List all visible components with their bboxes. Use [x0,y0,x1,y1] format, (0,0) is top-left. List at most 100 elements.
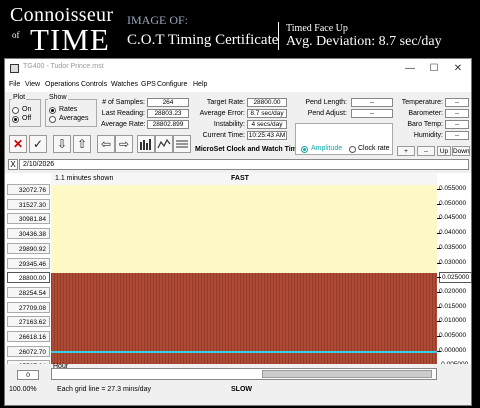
samples-value: 264 [147,98,189,107]
pend-adjust-value: -- [351,109,393,118]
down-arrow-icon[interactable]: ⇩ [53,135,71,153]
right-axis-tick [437,350,441,352]
microset-label: MicroSet Clock and Watch Timer [195,146,304,153]
right-axis-label: 0.010000 [439,317,467,325]
bar-chart-icon[interactable] [137,135,155,153]
checkmark-icon[interactable]: ✓ [29,135,47,153]
right-axis-label: 0.020000 [439,287,467,295]
app-window: TG400 - Tudor Prince.mst — ☐ ✕ File View… [4,58,473,406]
right-axis-label: 0.040000 [439,229,467,237]
show-rates-label: Rates [59,106,78,113]
date-row: X 2/10/2026 [5,159,471,171]
right-axis-tick [437,189,441,190]
pend-adjust-label: Pend Adjust: [307,110,347,117]
window-title: TG400 - Tudor Prince.mst [23,63,104,70]
show-rates-radio[interactable] [49,107,56,114]
clock-rate-label: Clock rate [358,145,390,152]
barometer-label: Barometer: [408,110,443,117]
last-reading-label: Last Reading: [101,110,145,117]
amplitude-label: Amplitude [311,145,343,152]
zoom-level: 100.00% [9,386,37,393]
grid-note: Each grid line = 27.3 mins/day [57,386,151,393]
right-axis-label: 0.000000 [439,346,467,354]
right-axis-tick [437,321,441,323]
average-rate-value: 28802.899 [147,120,189,129]
plot-on-label: On [22,106,32,113]
right-axis-tick [437,247,441,249]
humidity-label: Humidity: [413,132,443,139]
timed-position-label: Timed Face Up [286,23,348,34]
graph-footer: 0 Hour 100.00% Each grid line = 27.3 min… [5,363,471,405]
hour-value[interactable]: 0 [17,370,39,380]
date-close-button[interactable]: X [8,159,18,170]
plot-area[interactable] [51,185,437,364]
fast-zone [51,185,437,273]
right-axis-tick [437,291,441,293]
menu-operations[interactable]: Operations [45,81,79,88]
right-axis-tick [437,277,441,279]
certificate-title: C.O.T Timing Certificate [127,32,279,48]
right-axis-tick [437,306,441,308]
up-arrow-icon[interactable]: ⇧ [73,135,91,153]
left-axis-label: 30436.38 [7,228,50,240]
menu-configure[interactable]: Configure [157,81,187,88]
increase-button[interactable]: + [397,146,415,156]
show-averages-radio[interactable] [49,116,56,123]
logo-text-time: TIME [30,22,110,57]
up-button[interactable]: Up [437,146,451,156]
histogram-icon[interactable] [173,135,191,153]
right-axis-label: 0.030000 [439,258,467,266]
target-rate-value: 28800.00 [247,98,287,107]
left-axis-label: 29345.46 [7,257,50,269]
right-axis-tick [437,203,441,205]
close-button[interactable]: ✕ [449,62,467,75]
decrease-button[interactable]: -- [417,146,435,156]
show-averages-label: Averages [59,115,89,122]
delete-icon[interactable]: ✕ [9,135,27,153]
right-axis-label: 0.055000 [439,185,467,192]
amplitude-radio[interactable] [301,146,308,153]
average-error-label: Average Error: [199,110,245,117]
current-time-value: 10:25:43 AM [247,131,287,140]
left-arrow-icon[interactable]: ⇦ [97,135,115,153]
menu-controls[interactable]: Controls [81,81,107,88]
title-bar[interactable]: TG400 - Tudor Prince.mst — ☐ ✕ [5,59,471,79]
left-axis-label: 26072.70 [7,345,50,357]
menu-view[interactable]: View [25,81,40,88]
right-axis-tick [437,262,441,264]
right-axis-label: 0.050000 [439,199,467,207]
humidity-value: -- [445,131,469,140]
line-chart-icon[interactable] [155,135,173,153]
horizontal-scrollbar[interactable] [51,368,437,380]
minimize-button[interactable]: — [401,62,419,75]
barometer-value: -- [445,109,469,118]
right-arrow-icon[interactable]: ⇨ [115,135,133,153]
right-axis-label: 0.015000 [439,302,467,310]
pend-length-value: -- [351,98,393,107]
menu-gps[interactable]: GPS [141,81,156,88]
scrollbar-thumb[interactable] [262,370,432,378]
current-time-label: Current Time: [202,132,245,139]
menu-file[interactable]: File [9,81,20,88]
plot-on-radio[interactable] [12,107,19,114]
down-button[interactable]: Down [452,146,470,156]
image-of-label: IMAGE OF: [127,13,189,27]
left-axis-label: 28800.00 [7,272,50,284]
menu-watches[interactable]: Watches [111,81,138,88]
left-axis-label: 32072.76 [7,184,50,195]
target-rate-label: Target Rate: [206,99,245,106]
date-field[interactable]: 2/10/2026 [19,159,469,170]
banner-divider [278,22,279,50]
app-icon [10,64,19,73]
menu-help[interactable]: Help [193,81,207,88]
average-deviation-label: Avg. Deviation: 8.7 sec/day [286,34,442,49]
plot-off-radio[interactable] [12,116,19,123]
instability-label: Instability: [213,121,245,128]
clock-rate-radio[interactable] [349,146,356,153]
right-axis-label: 0.045000 [439,214,467,222]
maximize-button[interactable]: ☐ [425,62,443,75]
rate-trace-line [51,350,437,353]
temperature-label: Temperature: [401,99,443,106]
plot-group-label: Plot [12,94,27,101]
left-axis-label: 31527.30 [7,198,50,210]
